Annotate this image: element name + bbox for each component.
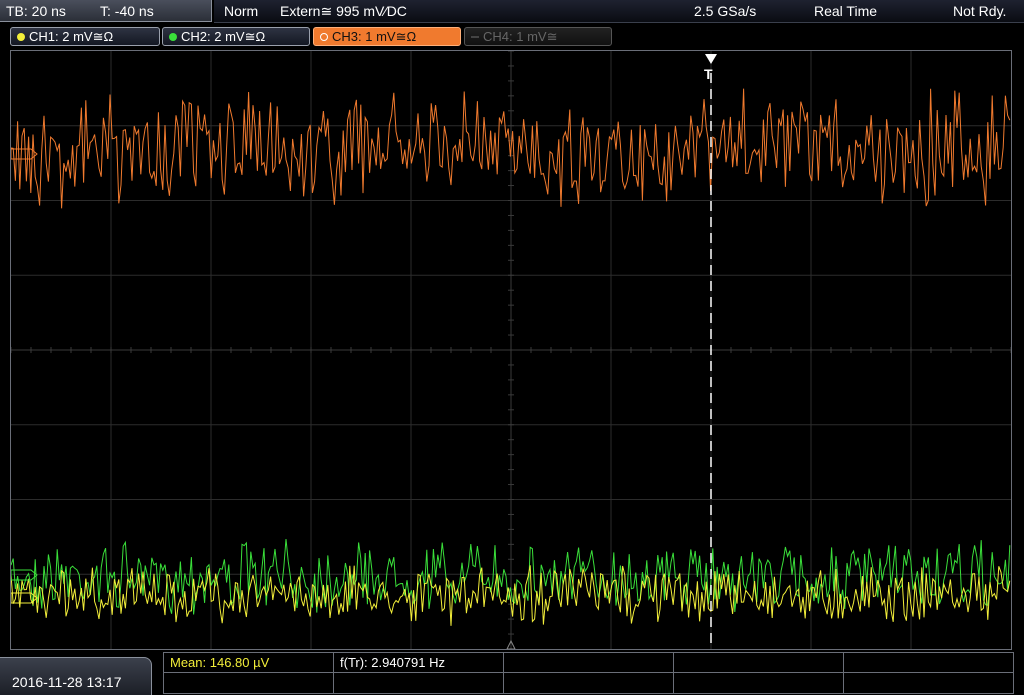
channel-4-tab[interactable]: CH4: 1 mV≅ — [464, 27, 612, 46]
trigger-time-label[interactable]: T: -40 ns — [100, 3, 154, 19]
measurement-slot[interactable] — [334, 673, 504, 693]
trigger-arrow-icon — [705, 54, 717, 64]
measurement-slot[interactable] — [844, 653, 1013, 673]
measurement-frequency: f(Tr): 2.940791 Hz — [340, 655, 446, 670]
channel-4-label: CH4: 1 mV≅ — [483, 29, 558, 44]
channel-1-tab[interactable]: CH1: 2 mV≅Ω — [10, 27, 160, 46]
waveform-canvas[interactable] — [11, 51, 1011, 649]
measurement-slot[interactable] — [844, 673, 1013, 693]
channel-3-tab[interactable]: CH3: 1 mV≅Ω — [313, 27, 461, 46]
measurement-mean: Mean: 146.80 µV — [170, 655, 270, 670]
bottom-bar: 2016-11-28 13:17 Mean: 146.80 µV f(Tr): … — [0, 651, 1024, 695]
traces — [11, 88, 1011, 626]
coupling-icon: ≅ — [320, 3, 333, 19]
measurement-mean-cell[interactable]: Mean: 146.80 µV — [164, 653, 334, 673]
channel-3-trace — [11, 88, 1011, 209]
acquisition-mode-label[interactable]: Real Time — [814, 3, 877, 19]
trigger-mode-label[interactable]: Norm — [224, 3, 258, 19]
channel-1-indicator-icon — [17, 33, 25, 41]
measurement-slot[interactable] — [164, 673, 334, 693]
datetime-label: 2016-11-28 13:17 — [12, 674, 122, 690]
datetime-panel: 2016-11-28 13:17 — [0, 657, 152, 695]
trigger-marker-label[interactable]: T — [704, 66, 713, 82]
trigger-state-label: Not Rdy. — [953, 3, 1007, 19]
trigger-source-label[interactable]: Extern≅ 995 mV⁄DC — [280, 3, 407, 20]
measurement-slot[interactable] — [504, 653, 674, 673]
channel-2-indicator-icon — [169, 33, 177, 41]
channel-2-tab[interactable]: CH2: 2 mV≅Ω — [162, 27, 310, 46]
channel-2-label: CH2: 2 mV≅Ω — [181, 29, 266, 44]
channel-3-indicator-icon — [320, 33, 328, 41]
measurement-slot[interactable] — [674, 653, 844, 673]
waveform-display[interactable]: T — [10, 50, 1012, 650]
measurement-panel[interactable]: Mean: 146.80 µV f(Tr): 2.940791 Hz — [163, 652, 1014, 694]
measurement-slot[interactable] — [504, 673, 674, 693]
timebase-label[interactable]: TB: 20 ns — [6, 3, 66, 19]
timebase-panel[interactable]: TB: 20 ns T: -40 ns — [0, 0, 212, 22]
graticule-grid — [11, 51, 1011, 649]
channel-1-label: CH1: 2 mV≅Ω — [29, 29, 114, 44]
measurement-frequency-cell[interactable]: f(Tr): 2.940791 Hz — [334, 653, 504, 673]
channel-3-label: CH3: 1 mV≅Ω — [332, 29, 417, 44]
sample-rate-label: 2.5 GSa/s — [694, 3, 757, 19]
channel-tabs: CH1: 2 mV≅Ω CH2: 2 mV≅Ω CH3: 1 mV≅Ω CH4:… — [0, 25, 1024, 47]
measurement-slot[interactable] — [674, 673, 844, 693]
channel-4-indicator-icon — [471, 36, 479, 38]
acquisition-status-strip: Norm Extern≅ 995 mV⁄DC 2.5 GSa/s Real Ti… — [214, 0, 1024, 23]
channel-3-offset-marker — [11, 148, 38, 160]
status-bar: TB: 20 ns T: -40 ns Norm Extern≅ 995 mV⁄… — [0, 0, 1024, 24]
